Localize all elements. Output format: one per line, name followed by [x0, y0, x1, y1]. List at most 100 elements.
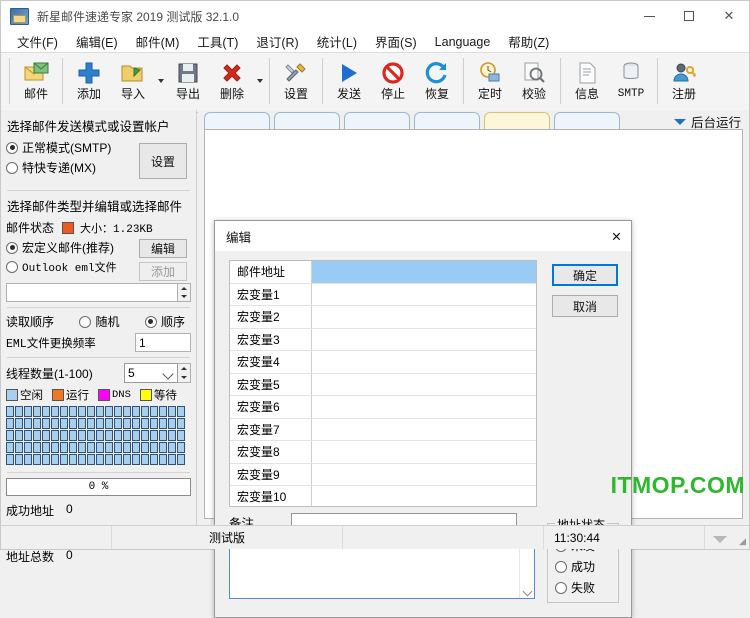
- thread-cell[interactable]: [96, 442, 104, 453]
- thread-cell[interactable]: [6, 454, 14, 465]
- thread-cell[interactable]: [42, 454, 50, 465]
- tab-4[interactable]: [414, 112, 480, 130]
- table-row[interactable]: 宏变量9: [230, 464, 536, 487]
- edit-button[interactable]: 编辑: [139, 239, 187, 258]
- menu-item-unsub[interactable]: 退订(R): [247, 30, 307, 53]
- thread-cell[interactable]: [150, 454, 158, 465]
- thread-cell[interactable]: [168, 430, 176, 441]
- radio-read-random[interactable]: 随机: [79, 313, 119, 330]
- thread-cell[interactable]: [24, 406, 32, 417]
- thread-cell[interactable]: [6, 418, 14, 429]
- row-value-input[interactable]: [312, 486, 536, 507]
- thread-cell[interactable]: [87, 454, 95, 465]
- add-button[interactable]: 添加: [139, 262, 187, 281]
- thread-cell[interactable]: [150, 406, 158, 417]
- thread-cell[interactable]: [24, 454, 32, 465]
- thread-cell[interactable]: [159, 418, 167, 429]
- thread-cell[interactable]: [177, 454, 185, 465]
- menu-item-language[interactable]: Language: [426, 33, 500, 51]
- thread-cell[interactable]: [96, 430, 104, 441]
- row-value-input[interactable]: [312, 284, 536, 306]
- import-dropdown-arrow[interactable]: [155, 55, 166, 107]
- thread-cell[interactable]: [60, 418, 68, 429]
- thread-cell[interactable]: [15, 442, 23, 453]
- table-row[interactable]: 邮件地址: [230, 261, 536, 284]
- thread-cell[interactable]: [132, 418, 140, 429]
- thread-cell[interactable]: [177, 430, 185, 441]
- radio-read-sequential[interactable]: 顺序: [145, 313, 185, 330]
- tab-5[interactable]: [484, 112, 550, 130]
- menu-item-edit[interactable]: 编辑(E): [67, 30, 127, 53]
- thread-cell[interactable]: [150, 418, 158, 429]
- tab-1[interactable]: [204, 112, 270, 130]
- table-row[interactable]: 宏变量3: [230, 329, 536, 352]
- menu-item-tools[interactable]: 工具(T): [188, 30, 247, 53]
- row-value-input[interactable]: [312, 441, 536, 463]
- thread-cell[interactable]: [33, 430, 41, 441]
- status-dropdown-icon[interactable]: [713, 536, 727, 543]
- thread-cell[interactable]: [132, 454, 140, 465]
- thread-cell[interactable]: [87, 442, 95, 453]
- menu-item-mail[interactable]: 邮件(M): [127, 30, 189, 53]
- thread-cell[interactable]: [177, 418, 185, 429]
- toolbar-button-import[interactable]: 导入: [111, 55, 155, 107]
- thread-cell[interactable]: [123, 454, 131, 465]
- thread-cell[interactable]: [96, 454, 104, 465]
- thread-cell[interactable]: [105, 406, 113, 417]
- thread-cell[interactable]: [114, 454, 122, 465]
- thread-cell[interactable]: [123, 418, 131, 429]
- radio-status-failed[interactable]: 失败: [555, 579, 618, 596]
- thread-count-spinner[interactable]: [178, 363, 191, 383]
- table-row[interactable]: 宏变量8: [230, 441, 536, 464]
- table-row[interactable]: 宏变量7: [230, 419, 536, 442]
- thread-cell[interactable]: [159, 430, 167, 441]
- row-value-input[interactable]: [312, 419, 536, 441]
- toolbar-button-export[interactable]: 导出: [166, 55, 210, 107]
- thread-cell[interactable]: [168, 418, 176, 429]
- thread-cell[interactable]: [114, 418, 122, 429]
- thread-cell[interactable]: [87, 406, 95, 417]
- thread-cell[interactable]: [33, 418, 41, 429]
- thread-cell[interactable]: [168, 406, 176, 417]
- maximize-button[interactable]: [669, 1, 709, 31]
- thread-cell[interactable]: [159, 442, 167, 453]
- thread-cell[interactable]: [123, 406, 131, 417]
- eml-file-path-input[interactable]: [6, 283, 178, 302]
- chevron-down-icon[interactable]: [524, 588, 531, 595]
- thread-cell[interactable]: [6, 430, 14, 441]
- delete-dropdown-arrow[interactable]: [254, 55, 265, 107]
- toolbar-button-send[interactable]: 发送: [327, 55, 371, 107]
- toolbar-button-register[interactable]: 注册: [662, 55, 706, 107]
- variables-grid[interactable]: 邮件地址 宏变量1 宏变量2 宏变量3 宏变量4: [229, 260, 537, 507]
- toolbar-button-resume[interactable]: 恢复: [415, 55, 459, 107]
- thread-cell[interactable]: [6, 406, 14, 417]
- thread-cell[interactable]: [24, 418, 32, 429]
- thread-cell[interactable]: [42, 418, 50, 429]
- radio-status-success[interactable]: 成功: [555, 558, 618, 575]
- thread-cell[interactable]: [96, 418, 104, 429]
- toolbar-button-timer[interactable]: 定时: [468, 55, 512, 107]
- row-value-input[interactable]: [312, 351, 536, 373]
- toolbar-button-verify[interactable]: 校验: [512, 55, 556, 107]
- table-row[interactable]: 宏变量1: [230, 284, 536, 307]
- tab-2[interactable]: [274, 112, 340, 130]
- thread-cell[interactable]: [33, 406, 41, 417]
- thread-cell[interactable]: [60, 430, 68, 441]
- thread-cell[interactable]: [69, 442, 77, 453]
- thread-cell[interactable]: [15, 430, 23, 441]
- thread-cell[interactable]: [132, 430, 140, 441]
- thread-cell[interactable]: [159, 454, 167, 465]
- thread-cell[interactable]: [96, 406, 104, 417]
- thread-cell[interactable]: [150, 442, 158, 453]
- eml-frequency-input[interactable]: 1: [135, 333, 191, 352]
- thread-cell[interactable]: [159, 406, 167, 417]
- thread-cell[interactable]: [42, 430, 50, 441]
- thread-cell[interactable]: [78, 442, 86, 453]
- settings-button[interactable]: 设置: [139, 143, 187, 179]
- table-row[interactable]: 宏变量6: [230, 396, 536, 419]
- row-value-input[interactable]: [312, 329, 536, 351]
- thread-cell[interactable]: [42, 406, 50, 417]
- thread-cell[interactable]: [123, 442, 131, 453]
- eml-file-browse-spinner[interactable]: [178, 283, 191, 302]
- thread-cell[interactable]: [15, 454, 23, 465]
